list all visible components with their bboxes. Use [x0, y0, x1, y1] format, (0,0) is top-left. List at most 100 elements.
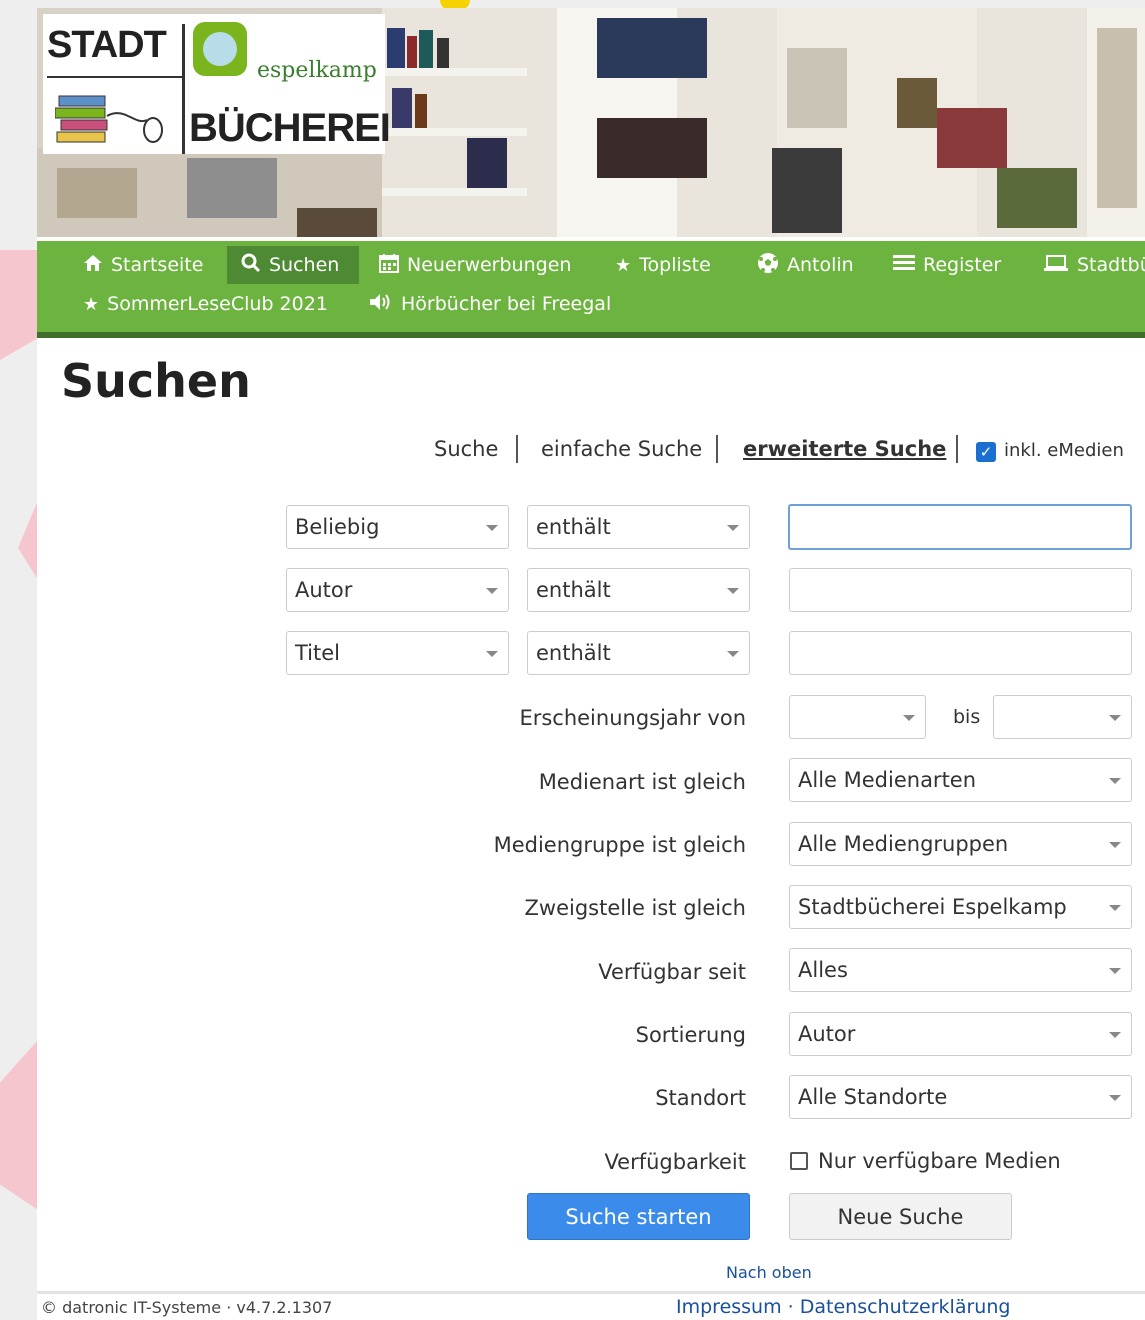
laptop-icon [1043, 254, 1069, 277]
footer-divider [37, 1291, 1145, 1294]
logo-text-stadt: STADT [47, 24, 167, 66]
chevron-down-icon [1109, 1095, 1121, 1101]
soccer-ball-icon [757, 252, 779, 279]
library-logo[interactable]: STADT espelkamp BÜCHEREI [43, 14, 391, 154]
criteria-operator-select[interactable]: enthält [527, 631, 750, 675]
standort-label: Standort [655, 1086, 746, 1110]
page-title: Suchen [61, 354, 251, 408]
search-icon [241, 253, 261, 278]
header-banner: STADT espelkamp BÜCHEREI [37, 8, 1145, 237]
medienart-label: Medienart ist gleich [538, 770, 746, 794]
nav-item-antolin[interactable]: Antolin [757, 246, 854, 284]
bis-label: bis [953, 706, 981, 728]
chevron-down-icon [486, 588, 498, 594]
sortierung-label: Sortierung [635, 1023, 746, 1047]
logo-divider [47, 76, 182, 78]
select-value: enthält [536, 578, 611, 602]
sortierung-select[interactable]: Autor [789, 1012, 1132, 1056]
impressum-link[interactable]: Impressum [676, 1296, 782, 1318]
nav-item-label: SommerLeseClub 2021 [107, 293, 328, 315]
emedien-checkbox-label[interactable]: inkl. eMedien [1004, 440, 1124, 461]
criteria-value-input[interactable] [789, 568, 1132, 612]
background-decoration [0, 250, 38, 360]
suche-starten-button[interactable]: Suche starten [527, 1193, 750, 1240]
tab-separator [716, 435, 718, 463]
nav-item-neuerwerbungen[interactable]: Neuerwerbungen [379, 246, 571, 284]
tab-einfache-suche[interactable]: einfache Suche [541, 437, 702, 461]
criteria-operator-select[interactable]: enthält [527, 568, 750, 612]
criteria-field-select[interactable]: Beliebig [286, 505, 509, 549]
select-value: enthält [536, 641, 611, 665]
criteria-field-select[interactable]: Titel [286, 631, 509, 675]
mediengruppe-select[interactable]: Alle Mediengruppen [789, 822, 1132, 866]
select-value: Stadtbücherei Espelkamp [798, 895, 1067, 919]
nav-item-suchen[interactable]: Suchen [227, 246, 359, 284]
footer-links: Impressum · Datenschutzerklärung [676, 1296, 1010, 1318]
tab-separator [516, 435, 518, 463]
nav-item-label: Hörbücher bei Freegal [401, 293, 612, 315]
zweigstelle-label: Zweigstelle ist gleich [524, 896, 746, 920]
select-value: Alles [798, 958, 848, 982]
nach-oben-link[interactable]: Nach oben [726, 1263, 812, 1282]
zweigstelle-select[interactable]: Stadtbücherei Espelkamp [789, 885, 1132, 929]
emedien-checkbox[interactable]: ✓ [976, 442, 996, 462]
logo-divider [182, 24, 185, 154]
nav-item-label: Neuerwerbungen [407, 254, 572, 276]
chevron-down-icon [903, 715, 915, 721]
nur-verfuegbar-checkbox[interactable] [790, 1152, 808, 1170]
criteria-operator-select[interactable]: enthält [527, 505, 750, 549]
nav-item-hoerbuecher[interactable]: Hörbücher bei Freegal [369, 285, 611, 323]
select-value: Autor [295, 578, 353, 602]
page-container: STADT espelkamp BÜCHEREI Startseite Such… [37, 8, 1145, 1320]
star-icon: ★ [83, 293, 100, 315]
background-decoration [0, 1040, 38, 1210]
criteria-value-input[interactable] [788, 504, 1132, 550]
criteria-field-select[interactable]: Autor [286, 568, 509, 612]
chevron-down-icon [727, 651, 739, 657]
chevron-down-icon [1109, 1032, 1121, 1038]
select-value: Alle Medienarten [798, 768, 977, 792]
nav-item-label: Startseite [111, 254, 204, 276]
chevron-down-icon [727, 525, 739, 531]
chevron-down-icon [1109, 778, 1121, 784]
chevron-down-icon [1109, 968, 1121, 974]
nav-item-register[interactable]: Register [893, 246, 1001, 284]
datenschutz-link[interactable]: Datenschutzerklärung [800, 1296, 1011, 1318]
nav-item-stadtbuecherei[interactable]: Stadtbü [1043, 246, 1145, 284]
nav-item-label: Register [923, 254, 1002, 276]
chevron-down-icon [486, 651, 498, 657]
select-value: Autor [798, 1022, 856, 1046]
medienart-select[interactable]: Alle Medienarten [789, 758, 1132, 802]
books-mouse-icon [55, 95, 163, 143]
verfuegbar-seit-select[interactable]: Alles [789, 948, 1132, 992]
espelkamp-e-icon [193, 22, 247, 76]
nav-item-label: Topliste [639, 254, 711, 276]
jahr-von-select[interactable] [789, 695, 926, 739]
chevron-down-icon [1109, 905, 1121, 911]
footer-link-separator: · [781, 1296, 800, 1318]
neue-suche-button[interactable]: Neue Suche [789, 1193, 1012, 1240]
list-icon [893, 254, 915, 277]
nav-item-topliste[interactable]: ★ Topliste [615, 246, 711, 284]
chevron-down-icon [486, 525, 498, 531]
nav-item-label: Stadtbü [1077, 254, 1145, 276]
criteria-value-input[interactable] [789, 631, 1132, 675]
chevron-down-icon [1109, 842, 1121, 848]
select-value: enthält [536, 515, 611, 539]
nav-item-label: Suchen [269, 254, 340, 276]
calendar-icon [379, 253, 399, 278]
tab-suche[interactable]: Suche [434, 437, 498, 461]
jahr-bis-select[interactable] [993, 695, 1132, 739]
background-decoration [18, 500, 38, 580]
nur-verfuegbar-label[interactable]: Nur verfügbare Medien [818, 1149, 1061, 1173]
standort-select[interactable]: Alle Standorte [789, 1075, 1132, 1119]
logo-text-espelkamp: espelkamp [257, 58, 377, 83]
select-value: Beliebig [295, 515, 380, 539]
copyright-text: © datronic IT-Systeme · v4.7.2.1307 [41, 1298, 333, 1317]
star-icon: ★ [615, 254, 632, 276]
chevron-down-icon [1109, 715, 1121, 721]
nav-item-startseite[interactable]: Startseite [83, 246, 211, 284]
home-icon [83, 254, 103, 277]
nav-item-sommerleseclub[interactable]: ★ SommerLeseClub 2021 [83, 285, 328, 323]
tab-erweiterte-suche[interactable]: erweiterte Suche [743, 437, 946, 461]
